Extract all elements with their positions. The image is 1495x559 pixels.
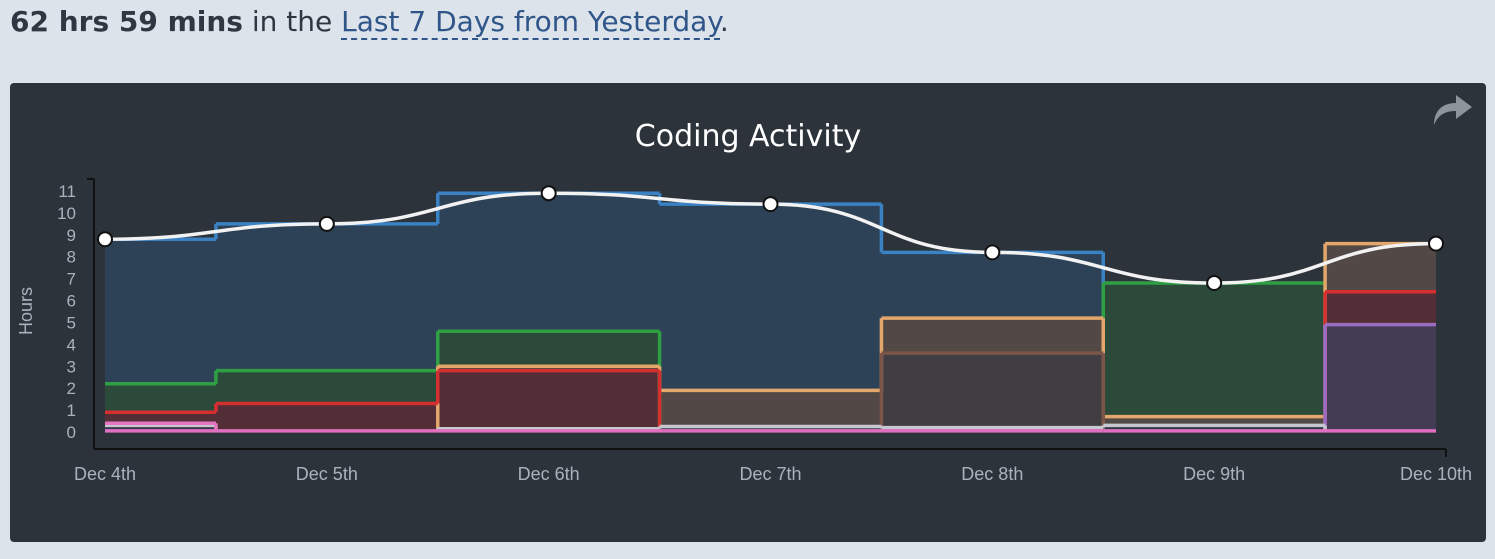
date-range-link[interactable]: Last 7 Days from Yesterday bbox=[341, 5, 720, 40]
total-point-0 bbox=[97, 231, 113, 248]
coding-activity-chart: Coding Activity Hours 0 1 2 3 4 5 6 7 8 9 10 11 Dec 4t… bbox=[16, 119, 1472, 484]
x-tick-label: Dec 8th bbox=[961, 464, 1023, 484]
y-tick-label: 4 bbox=[67, 335, 76, 354]
total-point-5 bbox=[1206, 275, 1223, 292]
y-tick-label: 2 bbox=[67, 379, 76, 398]
summary-connector: in the bbox=[242, 5, 342, 38]
x-tick-label: Dec 7th bbox=[739, 464, 801, 484]
y-tick-label: 1 bbox=[67, 401, 76, 420]
summary-end: . bbox=[719, 5, 729, 38]
total-time: 62 hrs 59 mins bbox=[10, 5, 243, 38]
x-tick-label: Dec 5th bbox=[296, 464, 358, 484]
total-point-4 bbox=[984, 244, 1001, 261]
total-point-3 bbox=[762, 196, 779, 213]
y-tick-label: 3 bbox=[67, 357, 76, 376]
chart-title: Coding Activity bbox=[635, 119, 861, 154]
summary-text: 62 hrs 59 mins in the Last 7 Days from Y… bbox=[10, 2, 729, 42]
y-tick-label: 5 bbox=[67, 313, 76, 332]
y-tick-label: 9 bbox=[67, 226, 76, 245]
y-axis-title: Hours bbox=[16, 287, 36, 335]
x-tick-label: Dec 6th bbox=[518, 464, 580, 484]
total-point-2 bbox=[540, 185, 557, 202]
coding-activity-card: Coding Activity Hours 0 1 2 3 4 5 6 7 8 9 10 11 Dec 4t… bbox=[10, 83, 1486, 542]
y-tick-label: 6 bbox=[67, 292, 76, 311]
y-tick-label: 0 bbox=[67, 423, 76, 442]
x-tick-label: Dec 10th bbox=[1400, 464, 1472, 484]
total-point-1 bbox=[318, 215, 335, 232]
y-tick-label: 8 bbox=[67, 248, 76, 267]
x-tick-label: Dec 4th bbox=[74, 464, 136, 484]
total-point-6 bbox=[1428, 235, 1444, 252]
y-tick-label: 11 bbox=[58, 182, 76, 201]
x-tick-label: Dec 9th bbox=[1183, 464, 1245, 484]
y-tick-label: 7 bbox=[67, 270, 76, 289]
y-tick-label: 10 bbox=[57, 204, 76, 223]
